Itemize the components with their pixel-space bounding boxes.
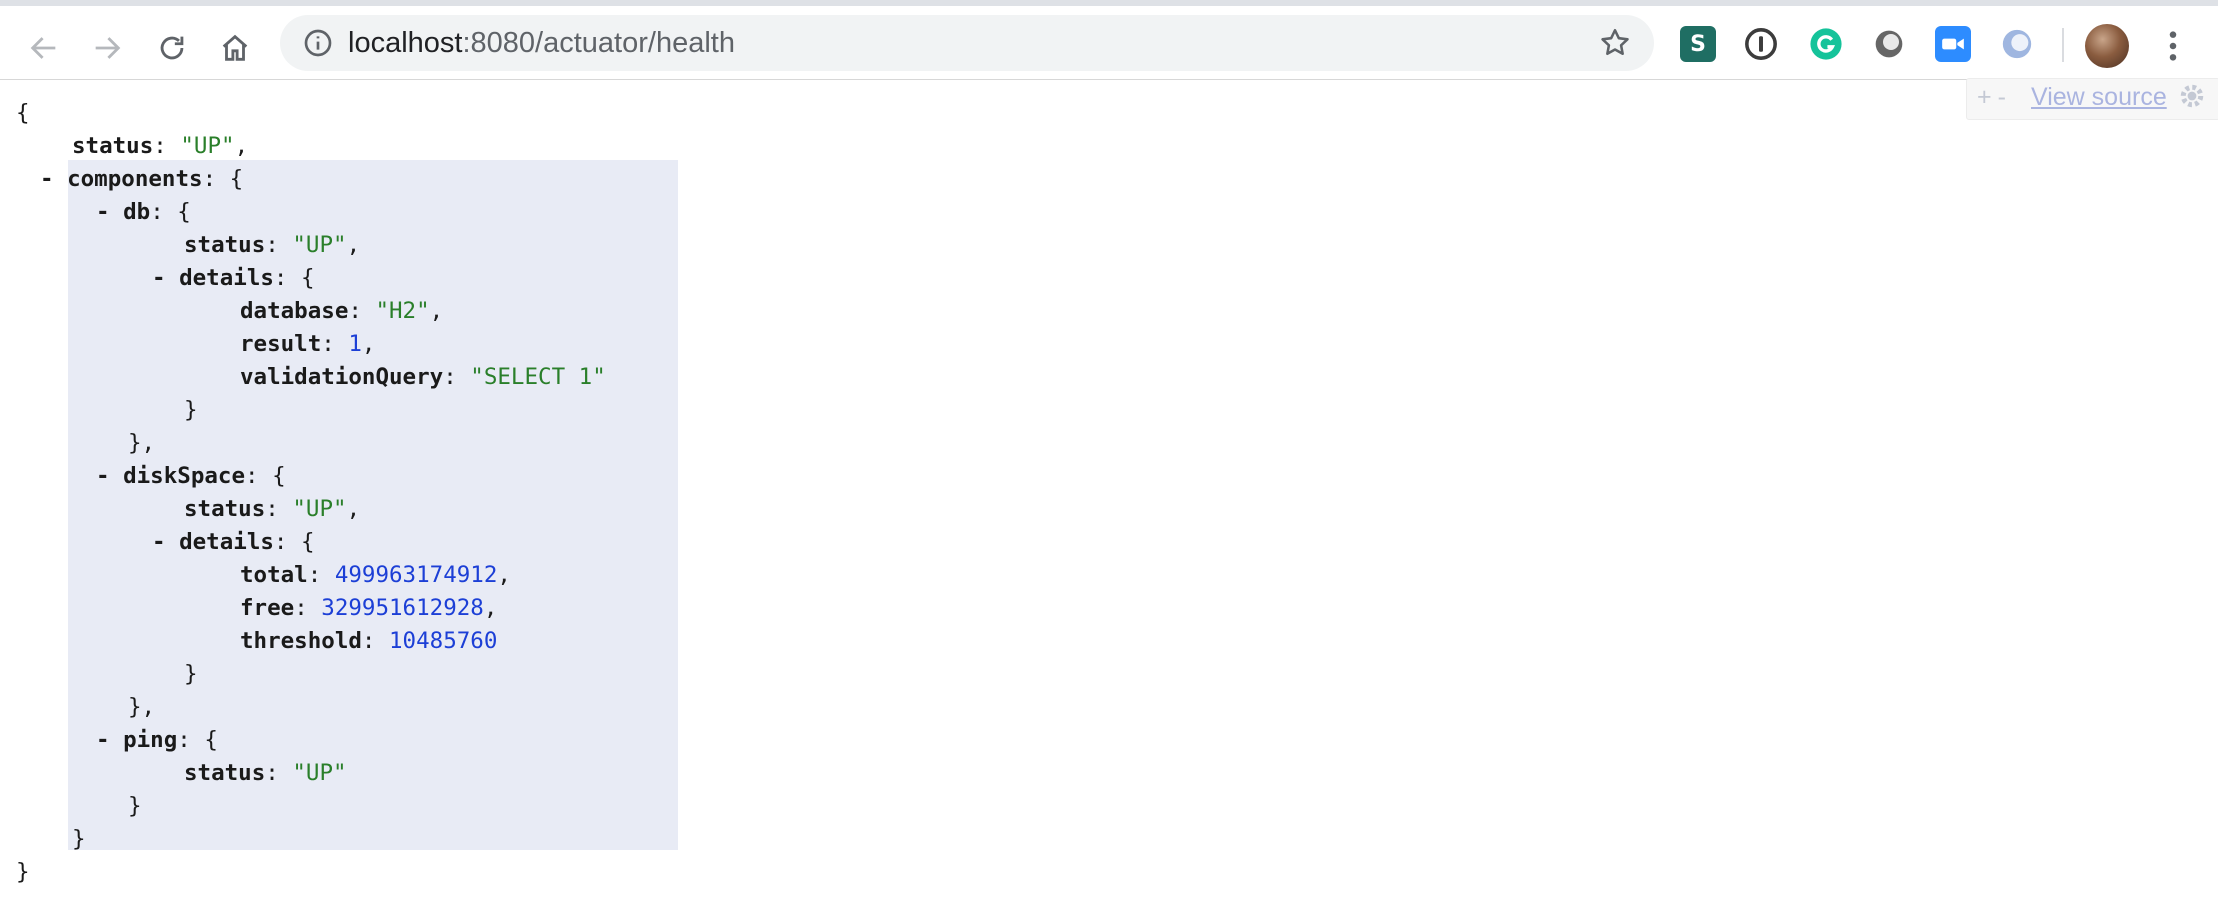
json-key: validationQuery bbox=[240, 364, 444, 390]
browser-toolbar: localhost:8080/actuator/health S bbox=[0, 6, 2218, 80]
reload-icon bbox=[160, 36, 184, 60]
generic-extension-button[interactable] bbox=[1871, 26, 1907, 62]
json-key: diskSpace bbox=[123, 463, 246, 489]
json-key: status bbox=[184, 232, 266, 258]
json-key: total bbox=[240, 562, 308, 588]
brace: { bbox=[301, 265, 315, 291]
brace: { bbox=[301, 529, 315, 555]
json-key: status bbox=[184, 760, 266, 786]
brace: { bbox=[229, 166, 244, 192]
url-path: :8080/actuator/health bbox=[462, 27, 735, 59]
toolbar-separator bbox=[2062, 28, 2064, 62]
json-key: ping bbox=[123, 727, 178, 753]
json-line-free: free: 329951612928, bbox=[240, 595, 498, 621]
root-open-brace: { bbox=[16, 100, 30, 126]
json-line-db: - db: { bbox=[96, 199, 191, 225]
brace: { bbox=[177, 199, 191, 225]
more-vertical-icon[interactable] bbox=[2156, 26, 2190, 66]
json-key: status bbox=[184, 496, 266, 522]
json-key: free bbox=[240, 595, 295, 621]
forward-button[interactable] bbox=[83, 24, 131, 72]
json-line-result: result: 1, bbox=[240, 331, 376, 357]
collapse-toggle-diskspace-details[interactable]: - bbox=[152, 529, 166, 555]
json-string-value: "H2" bbox=[375, 298, 430, 324]
db-details-close-brace: } bbox=[184, 397, 198, 423]
json-line-threshold: threshold: 10485760 bbox=[240, 628, 498, 654]
json-line-components: - components: { bbox=[40, 166, 244, 192]
home-icon bbox=[222, 34, 248, 61]
json-number-value: 10485760 bbox=[389, 628, 498, 654]
brace: } bbox=[128, 694, 142, 720]
json-number-value: 499963174912 bbox=[334, 562, 498, 588]
json-string-value: "SELECT 1" bbox=[470, 364, 606, 390]
collapse-toggle-diskspace[interactable]: - bbox=[96, 463, 110, 489]
arrow-left-icon bbox=[30, 37, 56, 59]
json-string-value: "UP" bbox=[180, 133, 235, 159]
json-string-value: "UP" bbox=[292, 496, 347, 522]
address-bar[interactable]: localhost:8080/actuator/health bbox=[280, 15, 1654, 71]
1password-extension-button[interactable] bbox=[1743, 26, 1779, 62]
json-number-value: 329951612928 bbox=[321, 595, 484, 621]
json-key: details bbox=[179, 529, 274, 555]
json-line-db-details: - details: { bbox=[152, 265, 315, 291]
collapse-toggle-ping[interactable]: - bbox=[96, 727, 110, 753]
root-close-brace: } bbox=[16, 859, 30, 885]
db-close-brace: }, bbox=[128, 430, 156, 456]
json-line-validation-query: validationQuery: "SELECT 1" bbox=[240, 364, 606, 390]
grammarly-extension-button[interactable] bbox=[1808, 26, 1844, 62]
json-number-value: 1 bbox=[348, 331, 362, 357]
stylus-icon: S bbox=[1690, 31, 1706, 57]
profile-avatar[interactable] bbox=[2085, 24, 2129, 68]
json-key: database bbox=[240, 298, 349, 324]
json-key: threshold bbox=[240, 628, 362, 654]
json-string-value: "UP" bbox=[292, 760, 347, 786]
diskspace-details-close-brace: } bbox=[184, 661, 198, 687]
stylus-extension-button[interactable]: S bbox=[1680, 26, 1716, 62]
info-icon[interactable] bbox=[302, 27, 334, 59]
json-key: db bbox=[123, 199, 151, 225]
json-string-value: "UP" bbox=[292, 232, 347, 258]
json-key: result bbox=[240, 331, 322, 357]
json-line-diskspace-details: - details: { bbox=[152, 529, 315, 555]
brace: { bbox=[204, 727, 218, 753]
ping-close-brace: } bbox=[128, 793, 142, 819]
json-key: details bbox=[179, 265, 274, 291]
json-key: components bbox=[67, 166, 203, 192]
collapse-toggle-components[interactable]: - bbox=[40, 166, 54, 192]
1password-icon bbox=[1745, 28, 1777, 60]
json-line-ping-status: status: "UP" bbox=[184, 760, 347, 786]
json-document: { status: "UP", - components: { - db: { … bbox=[0, 80, 2218, 904]
home-button[interactable] bbox=[211, 24, 259, 72]
lighthouse-extension-button[interactable] bbox=[1999, 26, 2035, 62]
generic-extension-icon bbox=[1875, 30, 1903, 58]
json-line-total: total: 499963174912, bbox=[240, 562, 511, 588]
json-line-db-status: status: "UP", bbox=[184, 232, 361, 258]
url-host: localhost bbox=[348, 27, 463, 59]
back-button[interactable] bbox=[20, 24, 68, 72]
zoom-icon bbox=[1942, 38, 1964, 50]
brace: } bbox=[128, 430, 142, 456]
diskspace-close-brace: }, bbox=[128, 694, 156, 720]
json-key: status bbox=[72, 133, 154, 159]
collapse-toggle-db[interactable]: - bbox=[96, 199, 110, 225]
brace: { bbox=[272, 463, 286, 489]
star-icon[interactable] bbox=[1598, 26, 1632, 60]
grammarly-icon bbox=[1810, 28, 1842, 60]
url-text[interactable]: localhost:8080/actuator/health bbox=[348, 27, 735, 59]
json-line-diskspace: - diskSpace: { bbox=[96, 463, 286, 489]
components-close-brace: } bbox=[72, 826, 86, 852]
json-line-status: status: "UP", bbox=[72, 133, 249, 159]
lighthouse-icon bbox=[2002, 29, 2032, 59]
zoom-extension-button[interactable] bbox=[1935, 26, 1971, 62]
collapse-toggle-db-details[interactable]: - bbox=[152, 265, 166, 291]
reload-button[interactable] bbox=[148, 24, 196, 72]
json-line-database: database: "H2", bbox=[240, 298, 444, 324]
json-line-diskspace-status: status: "UP", bbox=[184, 496, 361, 522]
json-line-ping: - ping: { bbox=[96, 727, 218, 753]
arrow-right-icon bbox=[95, 37, 121, 59]
